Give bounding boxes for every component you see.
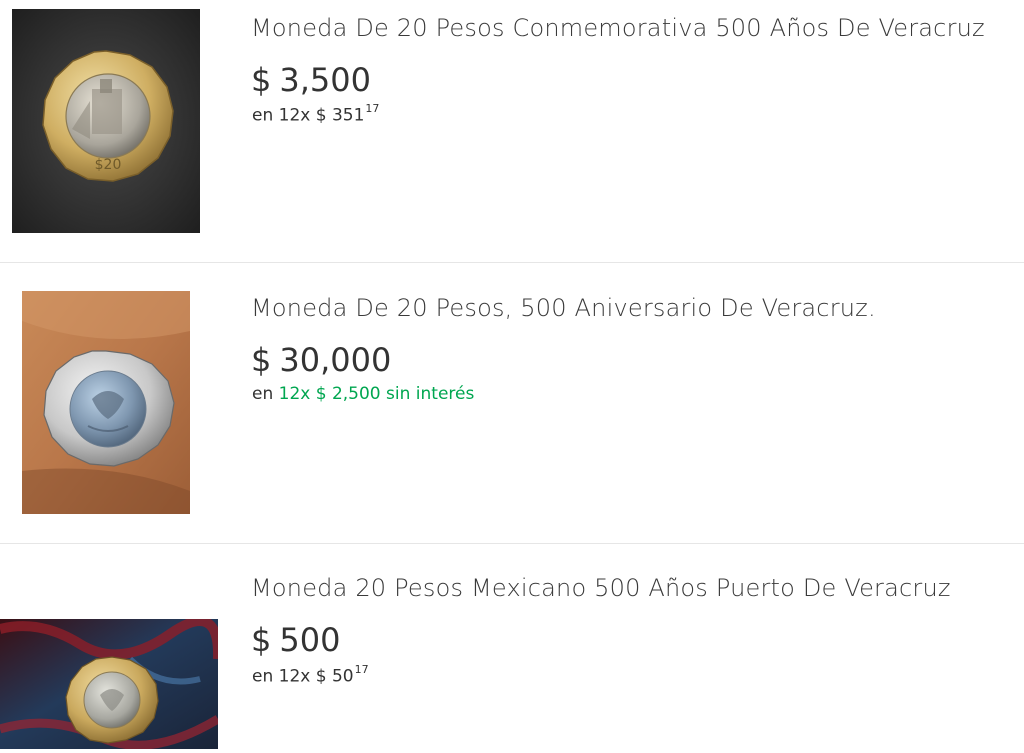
installments-cents: 17 <box>365 102 380 115</box>
product-image[interactable] <box>0 619 218 749</box>
listing-price: $500 <box>251 621 340 659</box>
coin-mexican-eagle-photo-icon <box>22 291 190 514</box>
coin-on-fabric-photo-icon <box>0 619 218 749</box>
price-amount: 500 <box>279 621 341 659</box>
listing-price: $30,000 <box>251 341 391 379</box>
listing-item[interactable]: $20 Moneda De 20 Pesos Conmemorativa 500… <box>0 0 1024 262</box>
installments-info: en 12x $ 35117 <box>252 102 380 126</box>
currency-symbol: $ <box>251 61 272 99</box>
currency-symbol: $ <box>251 341 272 379</box>
listing-title[interactable]: Moneda 20 Pesos Mexicano 500 Años Puerto… <box>251 574 951 602</box>
product-image[interactable] <box>22 291 190 514</box>
price-amount: 30,000 <box>279 341 392 379</box>
currency-symbol: $ <box>251 621 272 659</box>
installments-cents: 17 <box>354 663 369 676</box>
installments-text: en 12x $ 50 <box>252 666 354 687</box>
installments-info: en 12x $ 2,500 sin interés <box>252 384 474 404</box>
svg-text:$20: $20 <box>95 157 122 173</box>
installments-text: en <box>252 384 274 404</box>
installments-info: en 12x $ 5017 <box>252 663 369 687</box>
listing-price: $3,500 <box>251 61 371 99</box>
listing-title[interactable]: Moneda De 20 Pesos, 500 Aniversario De V… <box>251 294 876 322</box>
price-amount: 3,500 <box>279 61 371 99</box>
product-image[interactable]: $20 <box>12 9 200 233</box>
installments-text: en 12x $ 351 <box>252 105 365 126</box>
listing-title[interactable]: Moneda De 20 Pesos Conmemorativa 500 Año… <box>251 14 985 42</box>
installments-interest-free: 12x $ 2,500 sin interés <box>278 384 475 404</box>
search-results-list: $20 Moneda De 20 Pesos Conmemorativa 500… <box>0 0 1024 753</box>
listing-item[interactable]: Moneda De 20 Pesos, 500 Aniversario De V… <box>0 263 1024 543</box>
coin-veracruz-obverse-photo-icon: $20 <box>12 9 200 233</box>
listing-item[interactable]: Moneda 20 Pesos Mexicano 500 Años Puerto… <box>0 544 1024 753</box>
